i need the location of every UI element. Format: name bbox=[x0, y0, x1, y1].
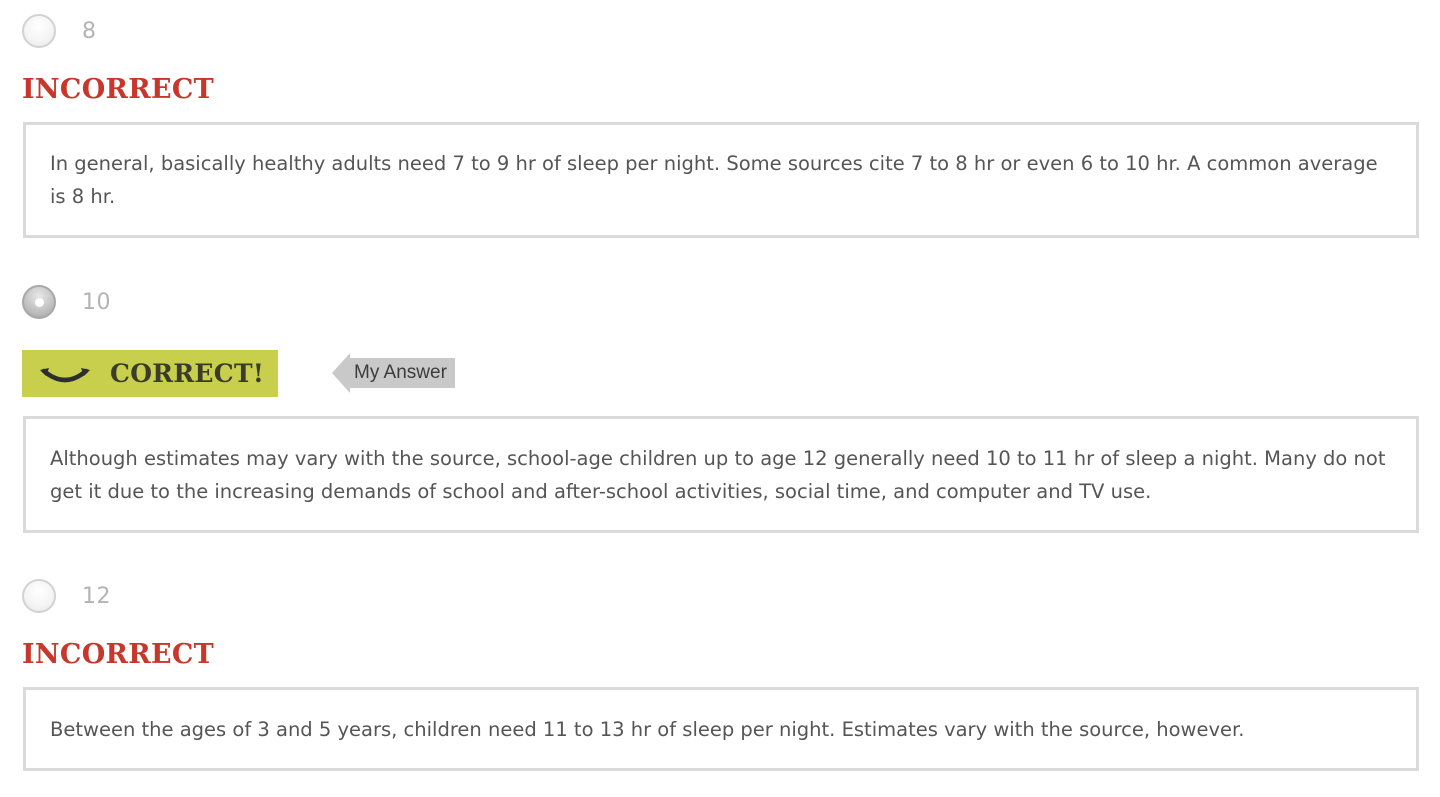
feedback-text: In general, basically healthy adults nee… bbox=[50, 152, 1378, 208]
feedback-text: Although estimates may vary with the sou… bbox=[50, 446, 1386, 503]
option-10[interactable]: 10 bbox=[22, 283, 111, 321]
radio-button-12[interactable] bbox=[22, 579, 56, 613]
arrow-left-icon bbox=[332, 353, 350, 393]
feedback-box: Although estimates may vary with the sou… bbox=[23, 416, 1419, 533]
option-label: 10 bbox=[82, 289, 111, 315]
radio-button-10[interactable] bbox=[22, 285, 56, 319]
radio-button-8[interactable] bbox=[22, 14, 56, 48]
smile-icon bbox=[38, 362, 92, 386]
quiz-feedback-panel: 8 INCORRECT In general, basically health… bbox=[0, 0, 1440, 797]
option-8[interactable]: 8 bbox=[22, 12, 97, 50]
correct-badge: CORRECT! bbox=[22, 350, 278, 397]
feedback-text: Between the ages of 3 and 5 years, child… bbox=[50, 717, 1245, 741]
option-label: 8 bbox=[82, 18, 97, 44]
incorrect-label: INCORRECT bbox=[22, 74, 215, 105]
option-label: 12 bbox=[82, 583, 111, 609]
correct-label: CORRECT! bbox=[110, 359, 265, 388]
option-12[interactable]: 12 bbox=[22, 577, 111, 615]
incorrect-label: INCORRECT bbox=[22, 639, 215, 670]
my-answer-tag: My Answer bbox=[332, 353, 455, 393]
my-answer-label: My Answer bbox=[350, 358, 455, 388]
feedback-box: Between the ages of 3 and 5 years, child… bbox=[23, 687, 1419, 771]
feedback-box: In general, basically healthy adults nee… bbox=[23, 122, 1419, 238]
